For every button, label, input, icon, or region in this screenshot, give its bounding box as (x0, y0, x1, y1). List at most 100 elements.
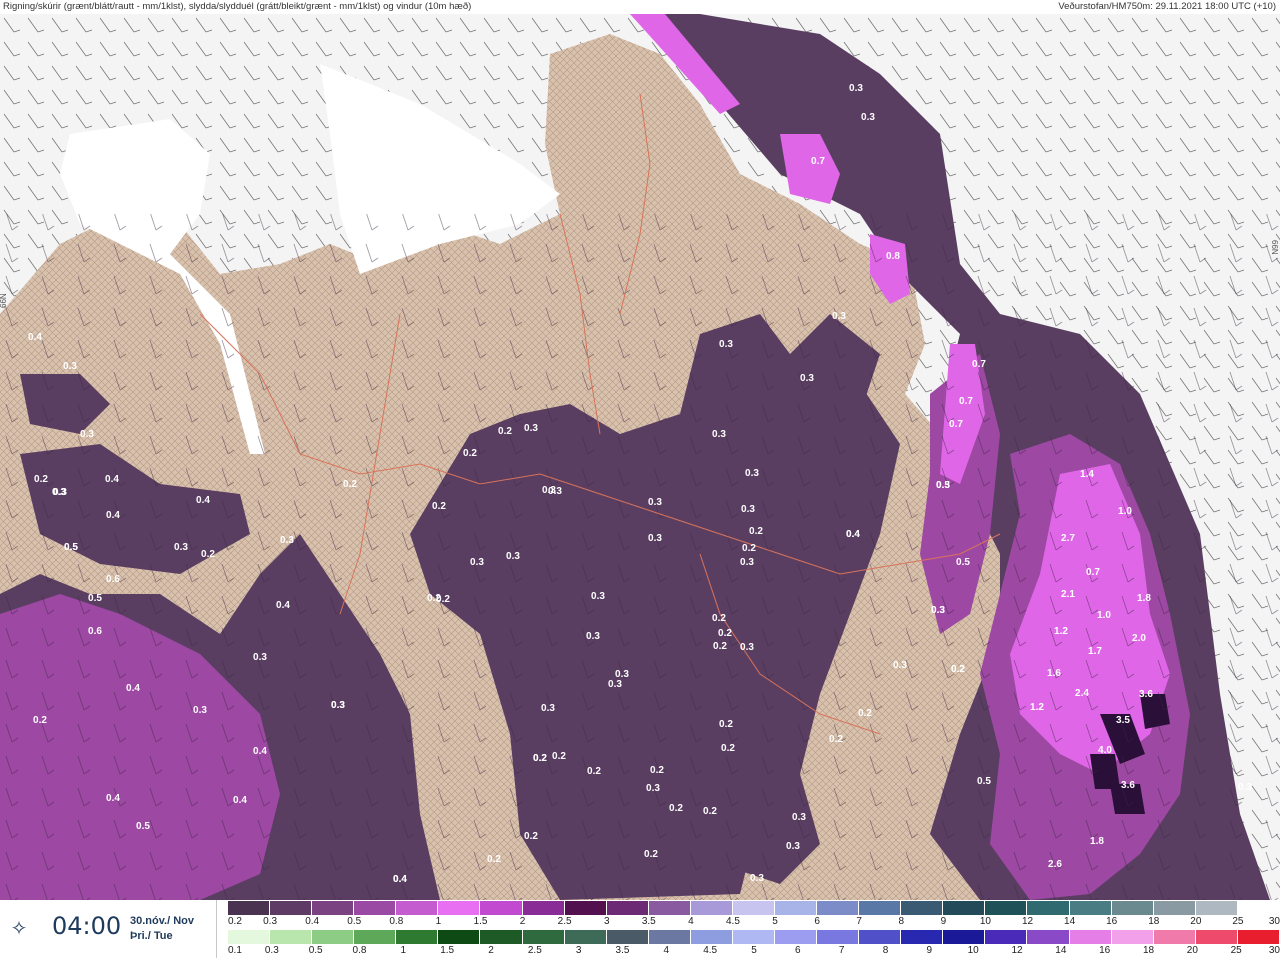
header-title: Rigning/skúrir (grænt/blátt/rautt - mm/1… (3, 1, 472, 12)
precip-value-label: 0.5 (136, 821, 150, 832)
legend-swatch (438, 930, 481, 944)
legend-swatch (480, 930, 523, 944)
precip-value-label: 1.0 (1097, 610, 1111, 621)
legend-swatch (438, 901, 481, 915)
legend-swatch (901, 901, 944, 915)
precip-value-label: 1.7 (1088, 646, 1102, 657)
rain-scale-ticks: 0.1 0.3 0.5 0.8 1 1.5 2 2.5 3 3.5 4 4.5 5 6 7 8 9 10 12 14 1… (228, 945, 1280, 957)
legend-tick-label: 1.5 (473, 916, 488, 927)
precip-value-label: 0.2 (669, 803, 683, 814)
precip-value-label: 0.3 (591, 591, 605, 602)
precip-value-label: 0.3 (52, 487, 66, 498)
precip-value-label: 0.2 (749, 526, 763, 537)
time-panel: ✧ 04:00 30.nóv./ Nov Þri./ Tue (0, 900, 217, 958)
precip-value-label: 0.3 (800, 373, 814, 384)
forecast-date: 30.nóv./ Nov (130, 915, 194, 927)
legend-tick-label: 9 (940, 916, 947, 927)
legend-swatch (606, 901, 649, 915)
precip-value-label: 0.3 (253, 652, 267, 663)
legend-swatch (775, 930, 818, 944)
legend-swatch (354, 901, 397, 915)
legend-swatch (606, 930, 649, 944)
precip-value-label: 0.2 (719, 719, 733, 730)
precip-value-label: 0.2 (34, 474, 48, 485)
grid-label-east: 66N (1270, 240, 1279, 255)
precip-value-label: 1.2 (1054, 626, 1068, 637)
precip-value-label: 0.3 (893, 660, 907, 671)
precip-value-label: 0.3 (331, 700, 345, 711)
legend-swatch (522, 901, 565, 915)
legend-tick-label: 5 (751, 945, 757, 956)
precip-value-label: 0.2 (829, 734, 843, 745)
legend-tick-label: 1 (400, 945, 407, 956)
precip-value-label: 1.0 (1118, 506, 1132, 517)
precip-value-label: 0.3 (750, 873, 764, 884)
legend-swatch (648, 901, 691, 915)
precip-value-label: 0.2 (587, 766, 601, 777)
precip-value-label: 0.3 (648, 533, 662, 544)
precip-value-label: 0.2 (201, 549, 215, 560)
legend-tick-label: 25 (1232, 916, 1244, 927)
precip-value-label: 0.2 (487, 854, 501, 865)
legend-tick-label: 0.3 (263, 916, 278, 927)
legend-swatch (1237, 901, 1280, 915)
precip-value-label: 4.0 (1098, 745, 1112, 756)
precip-value-label: 0.3 (786, 841, 800, 852)
legend-tick-label: 30 (1268, 916, 1280, 927)
legend-tick-label: 3 (603, 916, 610, 927)
legend-tick-label: 10 (967, 945, 979, 956)
legend-swatch (690, 930, 733, 944)
legend-tick-label: 6 (814, 916, 820, 927)
legend-tick-label: 0.4 (305, 916, 320, 927)
sleet-color-scale (228, 901, 1280, 915)
legend-swatch (1069, 930, 1112, 944)
legend-tick-label: 0.8 (389, 916, 404, 927)
legend-swatch (859, 901, 902, 915)
legend-swatch (522, 930, 565, 944)
precip-value-label: 0.4 (196, 495, 210, 506)
legend-swatch (1027, 901, 1070, 915)
legend-tick-label: 10 (979, 916, 991, 927)
legend-tick-label: 7 (838, 945, 845, 956)
precip-value-label: 0.7 (972, 359, 986, 370)
legend-tick-label: 2 (519, 916, 526, 927)
legend-area: ✧ 04:00 30.nóv./ Nov Þri./ Tue 0.2 0.3 0.4… (0, 900, 1280, 958)
precip-value-label: 0.3 (936, 480, 950, 491)
legend-tick-label: 12 (1021, 916, 1034, 927)
precip-value-label: 0.7 (1086, 567, 1100, 578)
precip-value-label: 0.3 (792, 812, 806, 823)
precip-value-label: 0.2 (463, 448, 477, 459)
precip-value-label: 0.5 (88, 593, 102, 604)
precip-value-label: 0.2 (703, 806, 717, 817)
precip-value-label: 0.3 (646, 783, 660, 794)
precip-value-label: 0.3 (524, 423, 538, 434)
precipitation-map[interactable]: 66N 66N 0.3 0.3 0.7 0.8 0.3 0.3 0.3 0.2 0.3 0.3 0.… (0, 14, 1280, 900)
precip-value-label: 0.3 (586, 631, 600, 642)
precip-value-label: 0.7 (959, 396, 973, 407)
legend-tick-label: 3 (575, 945, 582, 956)
legend-swatch (1111, 901, 1154, 915)
precip-value-label: 1.4 (1080, 469, 1094, 480)
precip-value-label: 0.4 (106, 793, 120, 804)
precip-value-label: 0.3 (712, 429, 726, 440)
legend-swatch (354, 930, 397, 944)
precip-value-label: 0.2 (951, 664, 965, 675)
legend-tick-label: 7 (856, 916, 862, 927)
header-bar: Rigning/skúrir (grænt/blátt/rautt - mm/1… (0, 0, 1280, 14)
precip-value-label: 0.2 (650, 765, 664, 776)
legend-tick-label: 2 (488, 945, 494, 956)
legend-swatch (732, 930, 776, 944)
precip-value-label: 0.4 (126, 683, 140, 694)
precip-value-label: 0.2 (552, 751, 566, 762)
precip-value-label: 0.4 (28, 332, 42, 343)
legend-swatch (732, 901, 776, 915)
precip-value-label: 0.2 (858, 708, 872, 719)
precip-value-label: 0.2 (432, 501, 446, 512)
precip-value-label: 0.3 (174, 542, 188, 553)
precip-value-label: 0.4 (253, 746, 267, 757)
precip-value-label: 0.2 (343, 479, 357, 490)
grid-label-west: 66N (0, 293, 8, 308)
precip-value-label: 0.5 (64, 542, 78, 553)
precip-value-label: 0.4 (846, 529, 860, 540)
precip-value-label: 0.3 (280, 535, 294, 546)
